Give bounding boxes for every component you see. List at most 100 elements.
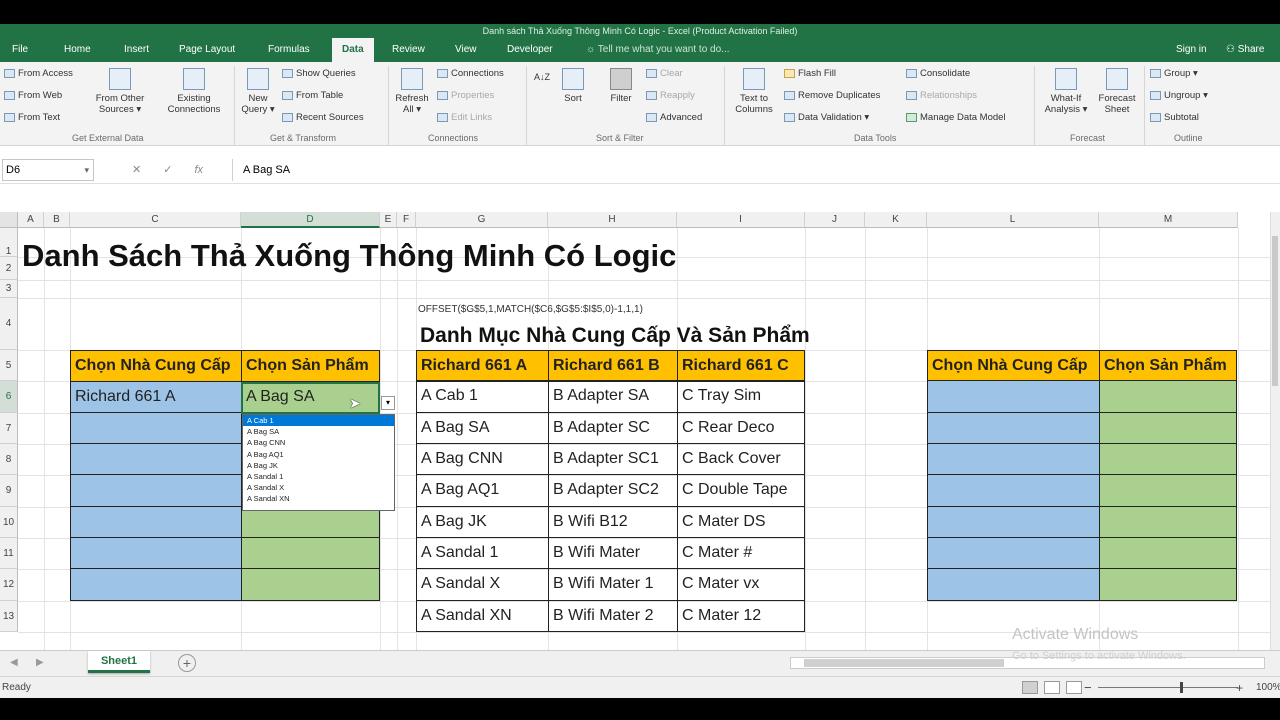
column-header-h[interactable]: H bbox=[548, 212, 677, 228]
catalog-cell[interactable]: A Cab 1 bbox=[416, 380, 549, 413]
catalog-cell[interactable]: B Wifi Mater 2 bbox=[548, 600, 678, 632]
dropdown-option[interactable]: A Cab 1 bbox=[243, 415, 394, 427]
column-header-b[interactable]: B bbox=[44, 212, 70, 228]
dropdown-option[interactable]: A Sandal XN bbox=[243, 493, 394, 504]
product-input-cell[interactable] bbox=[1099, 474, 1237, 507]
tab-developer[interactable]: Developer bbox=[507, 38, 553, 62]
dropdown-option[interactable]: A Bag JK bbox=[243, 460, 394, 471]
catalog-cell[interactable]: C Back Cover bbox=[677, 443, 805, 475]
catalog-cell[interactable]: C Mater 12 bbox=[677, 600, 805, 632]
refresh-all-button[interactable]: Refresh All ▾ bbox=[392, 68, 432, 115]
column-header-g[interactable]: G bbox=[416, 212, 548, 228]
advanced-button[interactable]: Advanced bbox=[646, 112, 702, 123]
select-all-corner[interactable] bbox=[0, 212, 18, 228]
catalog-cell[interactable]: B Adapter SA bbox=[548, 380, 678, 413]
existing-connections-button[interactable]: Existing Connections bbox=[158, 68, 230, 115]
prev-sheet-icon[interactable]: ◀ bbox=[10, 651, 18, 675]
share-button[interactable]: ⚇ Share bbox=[1226, 38, 1264, 62]
catalog-cell[interactable]: A Sandal X bbox=[416, 568, 549, 601]
supplier-input-cell[interactable] bbox=[70, 537, 242, 569]
row-header-8[interactable]: 8 bbox=[0, 444, 18, 475]
consolidate-button[interactable]: Consolidate bbox=[906, 68, 970, 79]
catalog-cell[interactable]: C Mater # bbox=[677, 537, 805, 569]
row-header-5[interactable]: 5 bbox=[0, 350, 18, 381]
row-header-10[interactable]: 10 bbox=[0, 507, 18, 538]
column-header-f[interactable]: F bbox=[397, 212, 416, 228]
tab-review[interactable]: Review bbox=[392, 38, 425, 62]
dropdown-option[interactable]: A Sandal 1 bbox=[243, 471, 394, 482]
column-header-e[interactable]: E bbox=[380, 212, 397, 228]
row-header-1[interactable]: 1 bbox=[0, 228, 18, 257]
supplier-input-cell[interactable] bbox=[70, 506, 242, 538]
sort-az-button[interactable]: A↓Z bbox=[534, 72, 550, 83]
product-input-cell[interactable] bbox=[241, 537, 380, 569]
catalog-cell[interactable]: A Sandal 1 bbox=[416, 537, 549, 569]
supplier-input-cell[interactable] bbox=[927, 412, 1100, 444]
column-header-c[interactable]: C bbox=[70, 212, 241, 228]
ungroup-button[interactable]: Ungroup ▾ bbox=[1150, 90, 1208, 101]
horizontal-scroll-thumb[interactable] bbox=[804, 659, 1004, 667]
group-button[interactable]: Group ▾ bbox=[1150, 68, 1198, 79]
catalog-cell[interactable]: C Rear Deco bbox=[677, 412, 805, 444]
sheet-tab-sheet1[interactable]: Sheet1 bbox=[88, 651, 150, 673]
product-input-cell[interactable] bbox=[1099, 443, 1237, 475]
reapply-button[interactable]: Reapply bbox=[646, 90, 695, 101]
relationships-button[interactable]: Relationships bbox=[906, 90, 977, 101]
row-header-2[interactable]: 2 bbox=[0, 257, 18, 280]
offset-formula-note[interactable]: OFFSET($G$5,1,MATCH($C6,$G$5:$I$5,0)-1,1… bbox=[418, 304, 643, 315]
catalog-header-b[interactable]: Richard 661 B bbox=[548, 350, 678, 382]
chevron-down-icon[interactable]: ▾ bbox=[84, 160, 89, 180]
row-header-12[interactable]: 12 bbox=[0, 569, 18, 601]
from-access-button[interactable]: From Access bbox=[4, 68, 73, 79]
catalog-cell[interactable]: B Wifi Mater bbox=[548, 537, 678, 569]
supplier-input-cell[interactable] bbox=[927, 380, 1100, 413]
new-query-button[interactable]: New Query ▾ bbox=[237, 68, 279, 115]
from-other-sources-button[interactable]: From Other Sources ▾ bbox=[88, 68, 152, 115]
dropdown-arrow-icon[interactable]: ▾ bbox=[381, 396, 395, 410]
manage-data-model-button[interactable]: Manage Data Model bbox=[906, 112, 1006, 123]
column-header-a[interactable]: A bbox=[18, 212, 44, 228]
catalog-cell[interactable]: A Bag AQ1 bbox=[416, 474, 549, 507]
sign-in-link[interactable]: Sign in bbox=[1176, 38, 1207, 62]
catalog-header-c[interactable]: Richard 661 C bbox=[677, 350, 805, 382]
connections-button[interactable]: Connections bbox=[437, 68, 504, 79]
data-validation-button[interactable]: Data Validation ▾ bbox=[784, 112, 869, 123]
tab-data[interactable]: Data bbox=[332, 38, 374, 62]
supplier-input-cell[interactable] bbox=[927, 568, 1100, 601]
dropdown-option[interactable]: A Bag SA bbox=[243, 426, 394, 437]
product-input-cell[interactable] bbox=[1099, 380, 1237, 413]
add-sheet-icon[interactable]: + bbox=[178, 654, 196, 672]
row-header-7[interactable]: 7 bbox=[0, 413, 18, 444]
supplier-input-cell[interactable] bbox=[70, 443, 242, 475]
product-input-cell[interactable] bbox=[241, 568, 380, 601]
catalog-cell[interactable]: A Bag SA bbox=[416, 412, 549, 444]
subtotal-button[interactable]: Subtotal bbox=[1150, 112, 1199, 123]
tab-view[interactable]: View bbox=[455, 38, 477, 62]
zoom-level[interactable]: 100% bbox=[1256, 677, 1280, 698]
supplier-cell-c6[interactable]: Richard 661 A bbox=[70, 381, 242, 413]
row-header-6[interactable]: 6 bbox=[0, 381, 18, 413]
text-to-columns-button[interactable]: Text to Columns bbox=[730, 68, 778, 115]
catalog-cell[interactable]: C Mater vx bbox=[677, 568, 805, 601]
right-header-supplier[interactable]: Chọn Nhà Cung Cấp bbox=[927, 350, 1100, 382]
filter-button[interactable]: Filter bbox=[603, 68, 639, 104]
product-input-cell[interactable] bbox=[1099, 506, 1237, 538]
catalog-cell[interactable]: C Tray Sim bbox=[677, 380, 805, 413]
row-header-4[interactable]: 4 bbox=[0, 298, 18, 350]
forecast-sheet-button[interactable]: Forecast Sheet bbox=[1094, 68, 1140, 115]
catalog-cell[interactable]: A Bag CNN bbox=[416, 443, 549, 475]
formula-input[interactable]: A Bag SA bbox=[232, 159, 1277, 181]
row-header-3[interactable]: 3 bbox=[0, 280, 18, 298]
zoom-slider[interactable] bbox=[1098, 687, 1238, 688]
supplier-input-cell[interactable] bbox=[927, 506, 1100, 538]
column-header-l[interactable]: L bbox=[927, 212, 1099, 228]
page-break-view-icon[interactable] bbox=[1066, 681, 1082, 694]
tab-page-layout[interactable]: Page Layout bbox=[179, 38, 235, 62]
properties-button[interactable]: Properties bbox=[437, 90, 494, 101]
recent-sources-button[interactable]: Recent Sources bbox=[282, 112, 364, 123]
catalog-header-a[interactable]: Richard 661 A bbox=[416, 350, 549, 382]
row-header-9[interactable]: 9 bbox=[0, 475, 18, 507]
product-input-cell[interactable] bbox=[1099, 412, 1237, 444]
product-input-cell[interactable] bbox=[1099, 537, 1237, 569]
normal-view-icon[interactable] bbox=[1022, 681, 1038, 694]
